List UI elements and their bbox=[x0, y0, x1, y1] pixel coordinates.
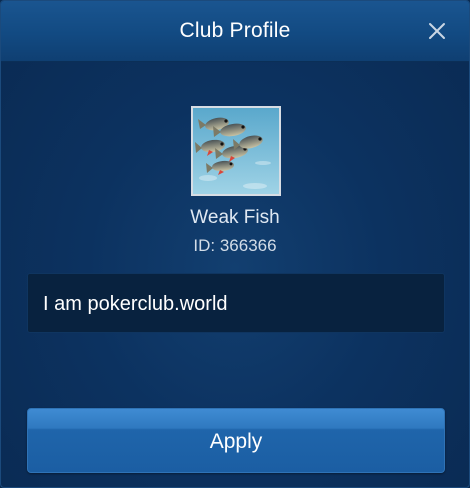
club-name: Weak Fish bbox=[190, 207, 280, 228]
club-description-text: I am pokerclub.world bbox=[43, 293, 228, 315]
club-description-field[interactable]: I am pokerclub.world bbox=[27, 273, 445, 333]
close-icon[interactable] bbox=[421, 15, 453, 47]
apply-button-label: Apply bbox=[209, 430, 263, 453]
dialog-header: Club Profile bbox=[1, 1, 469, 62]
club-profile-dialog: Club Profile Weak Fish ID: 366366 I am p… bbox=[0, 0, 470, 488]
dialog-title: Club Profile bbox=[179, 19, 291, 42]
club-id: ID: 366366 bbox=[193, 236, 277, 255]
apply-button[interactable]: Apply bbox=[27, 408, 445, 473]
club-avatar[interactable] bbox=[191, 106, 281, 196]
